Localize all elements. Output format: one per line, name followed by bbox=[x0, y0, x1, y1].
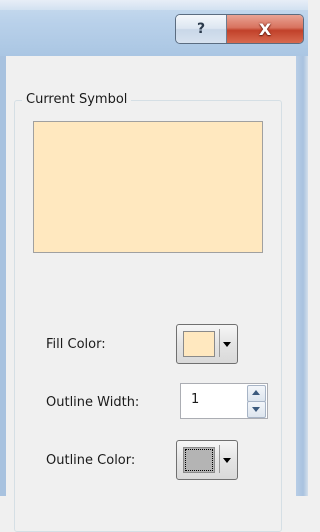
help-button[interactable]: ? bbox=[176, 15, 227, 43]
chevron-down-icon bbox=[223, 342, 231, 347]
chevron-down-icon bbox=[223, 458, 231, 463]
symbol-preview bbox=[33, 121, 263, 253]
outline-width-value[interactable]: 1 bbox=[191, 392, 199, 407]
group-title: Current Symbol bbox=[22, 92, 132, 107]
caption-buttons: ? X bbox=[175, 14, 304, 44]
close-icon: X bbox=[258, 19, 272, 39]
dropdown-separator bbox=[219, 445, 220, 473]
fill-color-swatch bbox=[183, 331, 215, 357]
outline-width-label: Outline Width: bbox=[46, 395, 140, 410]
spin-up-button[interactable] bbox=[247, 385, 266, 402]
fill-color-button[interactable] bbox=[176, 324, 238, 364]
dialog-content: Current Symbol Fill Color: Outline Width… bbox=[6, 56, 296, 532]
window-frame-right bbox=[296, 56, 308, 496]
spin-buttons bbox=[247, 385, 266, 418]
close-button[interactable]: X bbox=[227, 15, 303, 43]
spin-down-button[interactable] bbox=[247, 401, 266, 418]
outline-color-label: Outline Color: bbox=[46, 453, 136, 468]
outline-color-button[interactable] bbox=[176, 440, 238, 480]
outline-color-swatch bbox=[183, 447, 215, 473]
question-mark-icon: ? bbox=[196, 21, 206, 37]
dropdown-separator bbox=[219, 329, 220, 357]
fill-color-label: Fill Color: bbox=[46, 337, 106, 352]
spin-down-icon bbox=[252, 407, 260, 412]
title-bar: ? X bbox=[0, 0, 308, 56]
outline-width-stepper[interactable]: 1 bbox=[180, 383, 268, 419]
title-bar-highlight bbox=[0, 0, 308, 10]
spin-up-icon bbox=[252, 390, 260, 395]
